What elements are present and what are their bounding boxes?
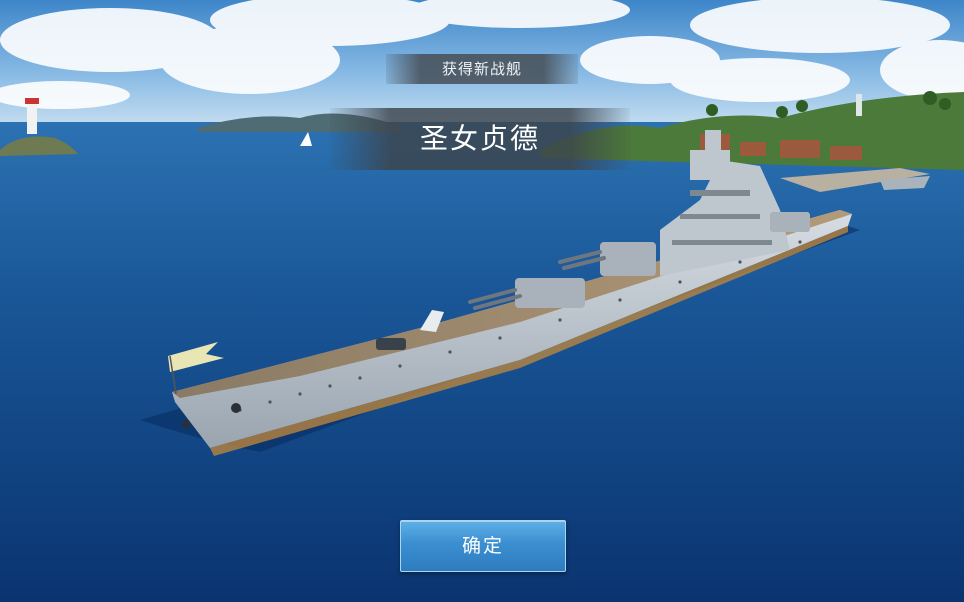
radio-tower (856, 94, 862, 116)
game-scene-background (0, 0, 964, 602)
lighthouse (27, 102, 37, 134)
confirm-button[interactable]: 确定 (400, 520, 566, 572)
ship-name-title: 圣女贞德 (330, 108, 630, 170)
aft-turret (770, 212, 810, 232)
new-ship-header: 获得新战舰 (386, 54, 578, 84)
